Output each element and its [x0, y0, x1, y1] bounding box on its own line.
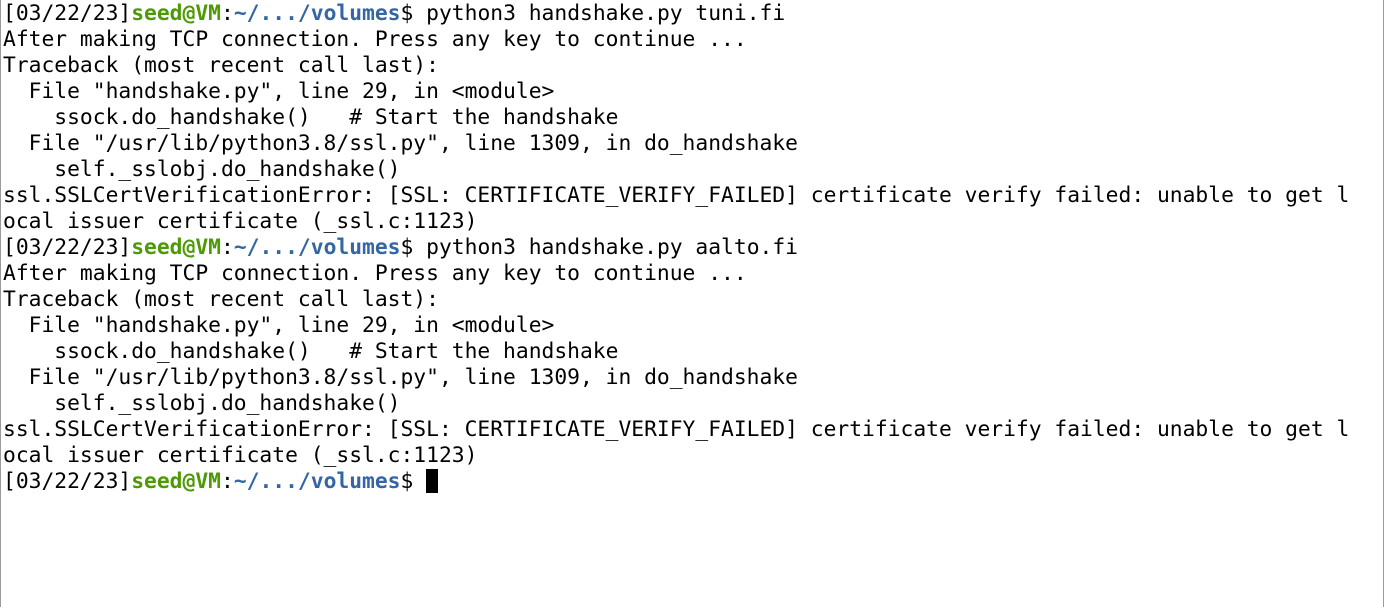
prompt-user-host: seed@VM	[131, 469, 221, 494]
output-line: self._sslobj.do_handshake()	[3, 157, 401, 182]
prompt-separator: :	[220, 235, 234, 260]
output-line: ocal issuer certificate (_ssl.c:1123)	[3, 443, 478, 468]
command-text: python3 handshake.py tuni.fi	[426, 1, 786, 26]
output-line: File "/usr/lib/python3.8/ssl.py", line 1…	[3, 131, 798, 156]
prompt-cwd: ~/.../volumes	[233, 235, 401, 260]
prompt-line: [03/22/23]seed@VM:~/.../volumes$ python3…	[3, 235, 1383, 261]
prompt-symbol: $	[400, 1, 427, 26]
terminal-output: [03/22/23]seed@VM:~/.../volumes$ python3…	[3, 1, 1383, 495]
prompt-separator: :	[220, 469, 234, 494]
output-line: ssock.do_handshake() # Start the handsha…	[3, 339, 619, 364]
output-line: ssl.SSLCertVerificationError: [SSL: CERT…	[3, 183, 1350, 208]
command-text: python3 handshake.py aalto.fi	[426, 235, 798, 260]
prompt-date: [03/22/23]	[3, 235, 132, 260]
prompt-symbol: $	[400, 235, 427, 260]
output-line: ssl.SSLCertVerificationError: [SSL: CERT…	[3, 417, 1350, 442]
prompt-line: [03/22/23]seed@VM:~/.../volumes$	[3, 469, 1383, 495]
prompt-user-host: seed@VM	[131, 1, 221, 26]
output-line: Traceback (most recent call last):	[3, 53, 439, 78]
terminal-window[interactable]: [03/22/23]seed@VM:~/.../volumes$ python3…	[0, 0, 1384, 607]
prompt-date: [03/22/23]	[3, 1, 132, 26]
prompt-user-host: seed@VM	[131, 235, 221, 260]
prompt-date: [03/22/23]	[3, 469, 132, 494]
output-line: File "handshake.py", line 29, in <module…	[3, 79, 555, 104]
text-cursor[interactable]	[426, 469, 439, 493]
output-line: After making TCP connection. Press any k…	[3, 27, 747, 52]
prompt-symbol: $	[400, 469, 427, 494]
output-line: Traceback (most recent call last):	[3, 287, 439, 312]
output-line: ocal issuer certificate (_ssl.c:1123)	[3, 209, 478, 234]
output-line: self._sslobj.do_handshake()	[3, 391, 401, 416]
prompt-cwd: ~/.../volumes	[233, 1, 401, 26]
prompt-separator: :	[220, 1, 234, 26]
output-line: File "/usr/lib/python3.8/ssl.py", line 1…	[3, 365, 798, 390]
prompt-line: [03/22/23]seed@VM:~/.../volumes$ python3…	[3, 1, 1383, 27]
output-line: File "handshake.py", line 29, in <module…	[3, 313, 555, 338]
output-line: After making TCP connection. Press any k…	[3, 261, 747, 286]
prompt-cwd: ~/.../volumes	[233, 469, 401, 494]
output-line: ssock.do_handshake() # Start the handsha…	[3, 105, 619, 130]
